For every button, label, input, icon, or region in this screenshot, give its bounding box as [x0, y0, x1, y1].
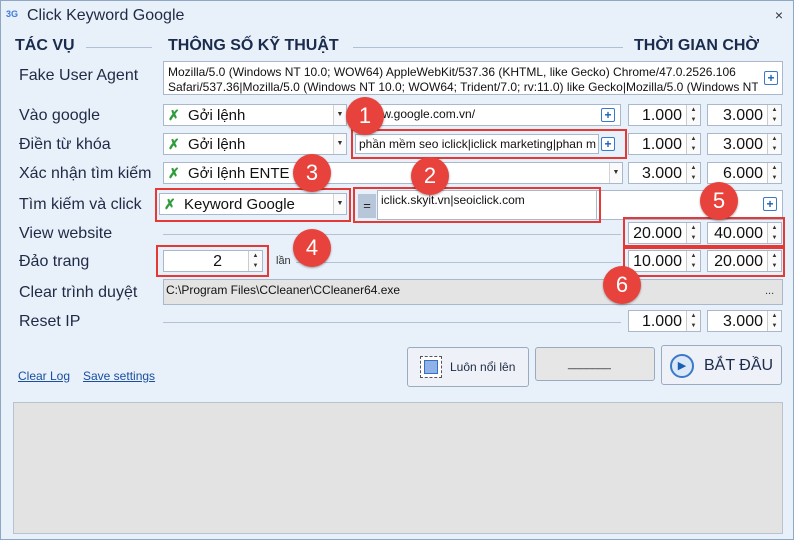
label-clear-browser: Clear trình duyệt [19, 284, 138, 301]
domains-field-extension[interactable] [597, 190, 783, 220]
spinner-value: 1.000 [641, 107, 682, 124]
badge-3: 3 [293, 154, 331, 192]
label-tim-kiem: Tìm kiếm và click [19, 196, 142, 213]
label-reset-ip: Reset IP [19, 313, 81, 330]
header-thoi-gian: THỜI GIAN CHỜ [634, 37, 764, 55]
user-agent-field[interactable]: Mozilla/5.0 (Windows NT 10.0; WOW64) App… [163, 61, 783, 95]
url-field[interactable]: ://www.google.com.vn/ [351, 104, 621, 126]
pin-window-icon [420, 356, 442, 378]
spinner-value: 1.000 [641, 136, 682, 153]
row-divider [163, 234, 621, 235]
add-icon[interactable]: + [764, 71, 778, 85]
label-dao-trang: Đảo trang [19, 253, 90, 270]
combo-value: Gởi lệnh ENTE [188, 165, 290, 182]
spinner-arrows-icon[interactable]: ▲ ▼ [686, 163, 700, 183]
start-button[interactable]: ▶ BẮT ĐẦU [661, 345, 782, 385]
spinner-value: 3.000 [641, 165, 682, 182]
browse-button[interactable]: ... [765, 285, 774, 297]
ccleaner-path-field[interactable]: C:\Program Files\CCleaner\CCleaner64.exe [163, 279, 783, 305]
wait-max-spinner[interactable]: 3.000 ▲ ▼ [707, 104, 782, 126]
play-icon: ▶ [670, 354, 694, 378]
chevron-down-icon[interactable]: ▼ [333, 105, 346, 125]
main-window: 3G Click Keyword Google × TÁC VỤ THÔNG S… [0, 0, 794, 540]
clear-log-link[interactable]: Clear Log [18, 369, 70, 383]
xac-nhan-combo[interactable]: ✗ Gởi lệnh ENTE ▼ [163, 162, 623, 184]
spinner-arrows-icon[interactable]: ▲ ▼ [686, 105, 700, 125]
spinner-arrows-icon[interactable]: ▲ ▼ [686, 134, 700, 154]
header-thong-so: THÔNG SỐ KỸ THUẬT [168, 37, 343, 55]
spinner-value: 3.000 [722, 136, 763, 153]
row-divider [296, 262, 621, 263]
start-button-label: BẮT ĐẦU [704, 357, 774, 374]
window-title: Click Keyword Google [27, 7, 185, 24]
label-dien-tu-khoa: Điền từ khóa [19, 136, 111, 153]
combo-value: Gởi lệnh [188, 107, 246, 124]
header-divider [86, 47, 152, 48]
badge-4: 4 [293, 229, 331, 267]
row-divider [163, 322, 621, 323]
label-vao-google: Vào google [19, 107, 100, 124]
close-icon[interactable]: × [775, 7, 783, 23]
user-agent-line1: Mozilla/5.0 (Windows NT 10.0; WOW64) App… [168, 65, 736, 79]
user-agent-line2: Safari/537.36|Mozilla/5.0 (Windows NT 10… [168, 80, 758, 94]
cross-icon: ✗ [168, 165, 180, 181]
cross-icon: ✗ [168, 107, 180, 123]
highlight-box-page-count [156, 245, 269, 277]
title-bar: 3G Click Keyword Google × [1, 1, 793, 31]
wait-max-spinner[interactable]: 3.000 ▲ ▼ [707, 310, 782, 332]
spinner-arrows-icon[interactable]: ▲ ▼ [767, 105, 781, 125]
badge-2: 2 [411, 157, 449, 195]
unit-label: lần [276, 255, 291, 267]
add-icon[interactable]: + [601, 108, 615, 122]
chevron-down-icon[interactable]: ▼ [609, 163, 622, 183]
combo-value: Gởi lệnh [188, 136, 246, 153]
path-value: C:\Program Files\CCleaner\CCleaner64.exe [166, 283, 401, 297]
badge-5: 5 [700, 182, 738, 220]
vao-google-combo[interactable]: ✗ Gởi lệnh ▼ [163, 104, 347, 126]
wait-min-spinner[interactable]: 1.000 ▲ ▼ [628, 310, 701, 332]
blank-button-label: _______ [568, 358, 611, 370]
badge-1: 1 [346, 97, 384, 135]
spinner-value: 1.000 [641, 313, 682, 330]
highlight-box-domains [353, 187, 601, 223]
spinner-arrows-icon[interactable]: ▲ ▼ [767, 134, 781, 154]
app-icon: 3G [6, 9, 19, 19]
chevron-down-icon[interactable]: ▼ [333, 134, 346, 154]
dien-tu-khoa-combo[interactable]: ✗ Gởi lệnh ▼ [163, 133, 347, 155]
spinner-value: 3.000 [722, 313, 763, 330]
wait-max-spinner[interactable]: 3.000 ▲ ▼ [707, 133, 782, 155]
spinner-arrows-icon[interactable]: ▲ ▼ [686, 311, 700, 331]
add-icon[interactable]: + [763, 197, 777, 211]
wait-max-spinner[interactable]: 6.000 ▲ ▼ [707, 162, 782, 184]
save-settings-link[interactable]: Save settings [83, 369, 155, 383]
wait-min-spinner[interactable]: 1.000 ▲ ▼ [628, 133, 701, 155]
highlight-box-flip-time [623, 245, 785, 277]
log-panel[interactable] [13, 402, 783, 534]
label-xac-nhan: Xác nhận tìm kiếm [19, 165, 152, 182]
pin-button-label: Luôn nổi lên [450, 360, 516, 374]
wait-min-spinner[interactable]: 1.000 ▲ ▼ [628, 104, 701, 126]
highlight-box-keywords [351, 129, 627, 159]
highlight-box-search-mode [155, 188, 351, 222]
spinner-value: 3.000 [722, 107, 763, 124]
header-divider [353, 47, 623, 48]
blank-button[interactable]: _______ [535, 347, 655, 381]
header-tac-vu: TÁC VỤ [15, 37, 79, 55]
label-view-website: View website [19, 225, 113, 242]
wait-min-spinner[interactable]: 3.000 ▲ ▼ [628, 162, 701, 184]
pin-on-top-button[interactable]: Luôn nổi lên [407, 347, 529, 387]
spinner-arrows-icon[interactable]: ▲ ▼ [767, 311, 781, 331]
spinner-arrows-icon[interactable]: ▲ ▼ [767, 163, 781, 183]
cross-icon: ✗ [168, 136, 180, 152]
badge-6: 6 [603, 266, 641, 304]
label-fake-user-agent: Fake User Agent [19, 67, 139, 84]
spinner-value: 6.000 [722, 165, 763, 182]
